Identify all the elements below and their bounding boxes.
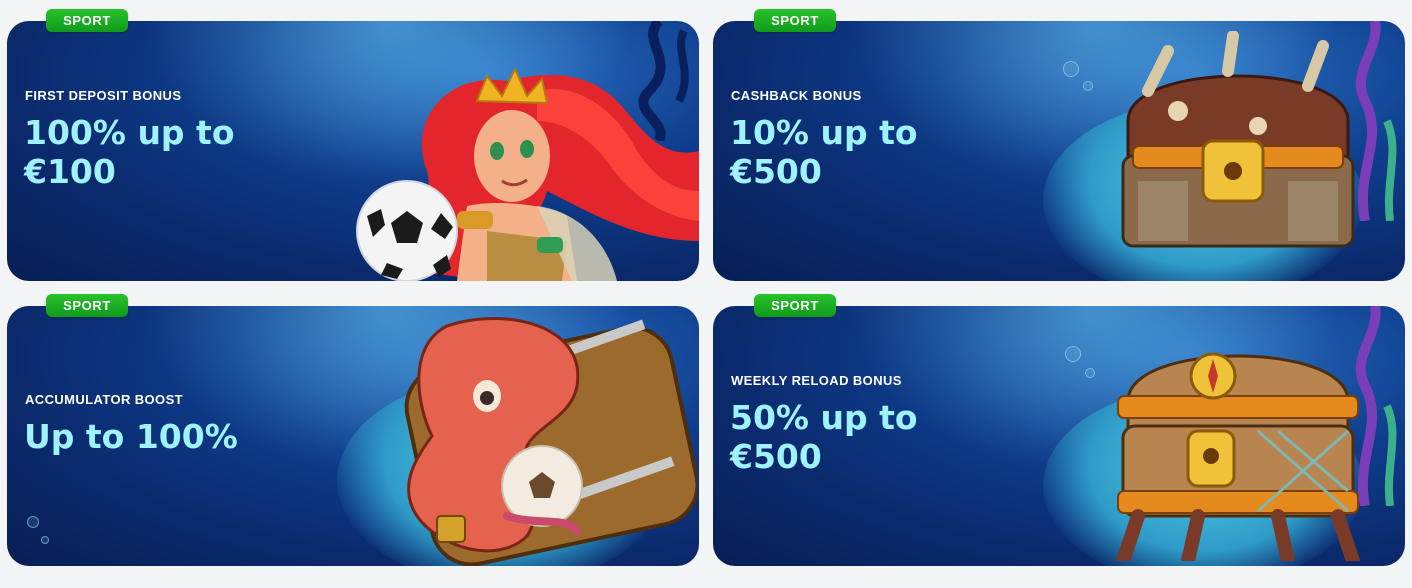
sport-tag: SPORT (46, 294, 128, 317)
promo-headline: 100% up to €100 (24, 113, 235, 191)
sport-tag: SPORT (46, 9, 128, 32)
bubble-decoration (41, 536, 49, 544)
promo-eyebrow: FIRST DEPOSIT BONUS (25, 88, 182, 103)
stone-treasure-chest-illustration (1121, 31, 1355, 248)
promo-card-weekly-reload[interactable]: WEEKLY RELOAD BONUS 50% up to €500 (713, 306, 1405, 566)
promo-eyebrow: CASHBACK BONUS (731, 88, 862, 103)
promo-headline-line1: Up to 100% (24, 417, 238, 456)
sport-tag: SPORT (754, 294, 836, 317)
promo-headline-line2: €100 (24, 152, 116, 191)
bubble-decoration (1083, 81, 1093, 91)
promo-card-accumulator-boost[interactable]: ACCUMULATOR BOOST Up to 100% (7, 306, 699, 566)
promo-eyebrow: ACCUMULATOR BOOST (25, 392, 183, 407)
octopus-with-barrel-illustration (404, 317, 697, 566)
bubble-decoration (27, 516, 39, 528)
promo-headline-line1: 50% up to (730, 398, 918, 437)
bubble-decoration (1063, 61, 1079, 77)
bubble-decoration (1065, 346, 1081, 362)
promo-headline: 50% up to €500 (730, 398, 918, 476)
promo-card-first-deposit[interactable]: FIRST DEPOSIT BONUS 100% up to €100 (7, 21, 699, 281)
compass-treasure-chest-illustration (1116, 352, 1360, 561)
bubble-decoration (1085, 368, 1095, 378)
promo-headline: Up to 100% (24, 417, 238, 456)
sport-tag: SPORT (754, 9, 836, 32)
promo-headline-line1: 10% up to (730, 113, 918, 152)
promo-card-cashback[interactable]: CASHBACK BONUS 10% up to €500 (713, 21, 1405, 281)
promo-headline: 10% up to €500 (730, 113, 918, 191)
promo-eyebrow: WEEKLY RELOAD BONUS (731, 373, 902, 388)
promo-headline-line2: €500 (730, 437, 822, 476)
promo-headline-line2: €500 (730, 152, 822, 191)
promo-headline-line1: 100% up to (24, 113, 235, 152)
mermaid-with-soccer-ball-illustration (356, 66, 699, 281)
